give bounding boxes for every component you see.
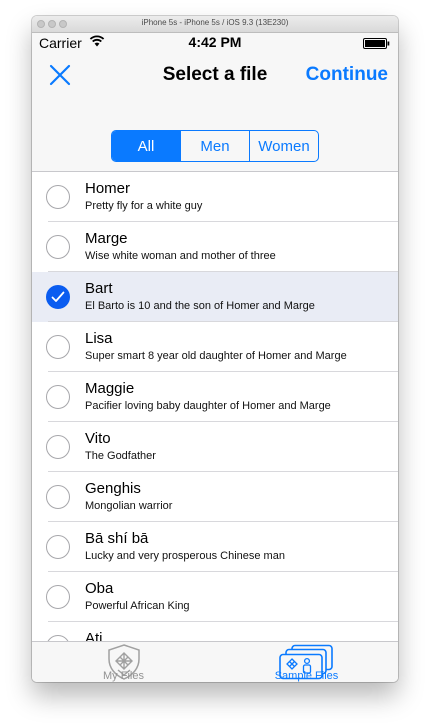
file-row[interactable]: Genghis Mongolian warrior [32,472,398,522]
file-row[interactable]: Homer Pretty fly for a white guy [32,172,398,222]
file-list: Homer Pretty fly for a white guy Marge Wise… [32,172,398,641]
file-title: Homer [85,180,131,197]
battery-icon [363,38,390,49]
radio-circle-icon[interactable] [46,235,70,259]
file-subtitle: Pretty fly for a white guy [85,200,203,212]
checkmark-icon[interactable] [46,285,70,309]
file-row[interactable]: Ati [32,622,398,641]
radio-circle-icon[interactable] [46,585,70,609]
file-subtitle: El Barto is 10 and the son of Homer and … [85,300,315,312]
segment-all[interactable]: All [112,131,180,161]
file-title: Marge [85,230,128,247]
file-subtitle: Wise white woman and mother of three [85,250,276,262]
radio-circle-icon[interactable] [46,185,70,209]
tab-label: Sample Files [274,670,339,682]
file-title: Bā shí bā [85,530,149,547]
file-row[interactable]: Lisa Super smart 8 year old daughter of H… [32,322,398,372]
file-title: Vito [85,430,111,447]
file-row[interactable]: Vito The Godfather [32,422,398,472]
radio-circle-icon[interactable] [46,335,70,359]
radio-circle-icon[interactable] [46,385,70,409]
status-bar: Carrier 4:42 PM [32,33,398,53]
file-title: Oba [85,580,114,597]
tab-sample-files[interactable]: Sample Files [215,642,398,682]
file-row[interactable]: Maggie Pacifier loving baby daughter of H… [32,372,398,422]
navigation-bar: Select a file Continue [32,53,398,97]
file-subtitle: Pacifier loving baby daughter of Homer a… [85,400,331,412]
segment-men[interactable]: Men [180,131,249,161]
radio-circle-icon[interactable] [46,485,70,509]
radio-circle-icon[interactable] [46,535,70,559]
file-row[interactable]: Bā shí bā Lucky and very prosperous Chine… [32,522,398,572]
file-title: Lisa [85,330,113,347]
file-row[interactable]: Oba Powerful African King [32,572,398,622]
file-subtitle: Powerful African King [85,600,190,612]
continue-button[interactable]: Continue [306,64,388,86]
status-time: 4:42 PM [188,34,242,50]
file-title: Genghis [85,480,141,497]
file-title: Bart [85,280,113,297]
tab-bar: My Files Sample Files [32,641,398,682]
simulator-window: iPhone 5s - iPhone 5s / iOS 9.3 (13E230)… [32,16,398,682]
tab-label: My Files [103,670,144,682]
file-title: Maggie [85,380,135,397]
file-subtitle: Mongolian warrior [85,500,173,512]
file-row[interactable]: Bart El Barto is 10 and the son of Homer … [32,272,398,322]
segment-women[interactable]: Women [249,131,318,161]
window-titlebar: iPhone 5s - iPhone 5s / iOS 9.3 (13E230) [32,16,398,33]
filter-bar: All Men Women [32,97,398,172]
file-subtitle: The Godfather [85,450,156,462]
file-subtitle: Super smart 8 year old daughter of Homer… [85,350,347,362]
radio-circle-icon[interactable] [46,435,70,459]
file-title: Ati [85,630,103,641]
file-row[interactable]: Marge Wise white woman and mother of thre… [32,222,398,272]
tab-my-files[interactable]: My Files [32,642,215,682]
device-screen: Carrier 4:42 PM Select a file Continue A… [32,33,398,682]
filter-segmented-control: All Men Women [111,130,319,162]
file-subtitle: Lucky and very prosperous Chinese man [85,550,285,562]
window-title: iPhone 5s - iPhone 5s / iOS 9.3 (13E230) [141,18,289,27]
